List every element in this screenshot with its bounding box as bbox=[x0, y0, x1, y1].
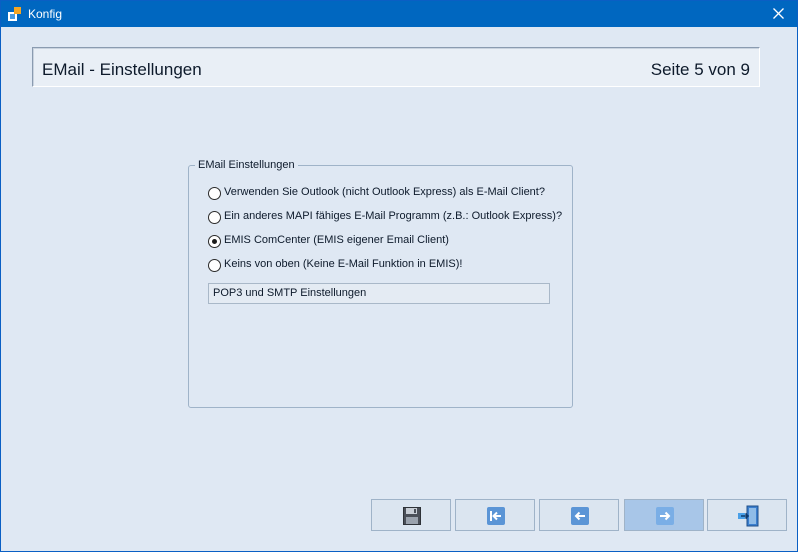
pop3-smtp-settings-button[interactable]: POP3 und SMTP Einstellungen bbox=[208, 283, 550, 304]
window-title: Konfig bbox=[28, 7, 63, 21]
first-page-icon bbox=[487, 507, 505, 525]
radio-button[interactable] bbox=[208, 259, 221, 272]
first-page-button[interactable] bbox=[455, 499, 535, 531]
title-bar[interactable]: Konfig bbox=[1, 1, 797, 27]
radio-selected-dot bbox=[212, 239, 217, 244]
radio-button[interactable] bbox=[208, 187, 221, 200]
next-icon bbox=[656, 507, 674, 525]
radio-label: Ein anderes MAPI fähiges E-Mail Programm… bbox=[224, 210, 563, 222]
previous-icon bbox=[571, 507, 589, 525]
radio-button[interactable] bbox=[208, 235, 221, 248]
exit-door-icon bbox=[738, 505, 759, 527]
page-indicator: Seite 5 von 9 bbox=[650, 60, 750, 79]
radio-outlook[interactable]: Verwenden Sie Outlook (nicht Outlook Exp… bbox=[208, 186, 545, 202]
config-window: Konfig EMail - Einstellungen Seite 5 von… bbox=[0, 0, 798, 552]
pop3-smtp-settings-label: POP3 und SMTP Einstellungen bbox=[213, 287, 367, 299]
app-icon bbox=[8, 7, 21, 21]
radio-none[interactable]: Keins von oben (Keine E-Mail Funktion in… bbox=[208, 258, 468, 274]
save-icon bbox=[403, 507, 421, 525]
radio-label: Verwenden Sie Outlook (nicht Outlook Exp… bbox=[224, 186, 545, 198]
page-title: EMail - Einstellungen bbox=[42, 60, 202, 79]
radio-label: EMIS ComCenter (EMIS eigener Email Clien… bbox=[224, 234, 449, 246]
next-button[interactable] bbox=[624, 499, 704, 531]
email-settings-group: EMail Einstellungen Verwenden Sie Outloo… bbox=[188, 159, 573, 408]
radio-mapi[interactable]: Ein anderes MAPI fähiges E-Mail Programm… bbox=[208, 210, 562, 226]
exit-button[interactable] bbox=[707, 499, 787, 531]
page-header: EMail - Einstellungen Seite 5 von 9 bbox=[32, 47, 760, 87]
save-button[interactable] bbox=[371, 499, 451, 531]
radio-emis-comcenter[interactable]: EMIS ComCenter (EMIS eigener Email Clien… bbox=[208, 234, 449, 250]
previous-button[interactable] bbox=[539, 499, 619, 531]
close-button[interactable] bbox=[761, 1, 797, 27]
group-legend: EMail Einstellungen bbox=[195, 159, 298, 171]
radio-button[interactable] bbox=[208, 211, 221, 224]
close-icon bbox=[773, 8, 784, 19]
radio-label: Keins von oben (Keine E-Mail Funktion in… bbox=[224, 258, 463, 270]
